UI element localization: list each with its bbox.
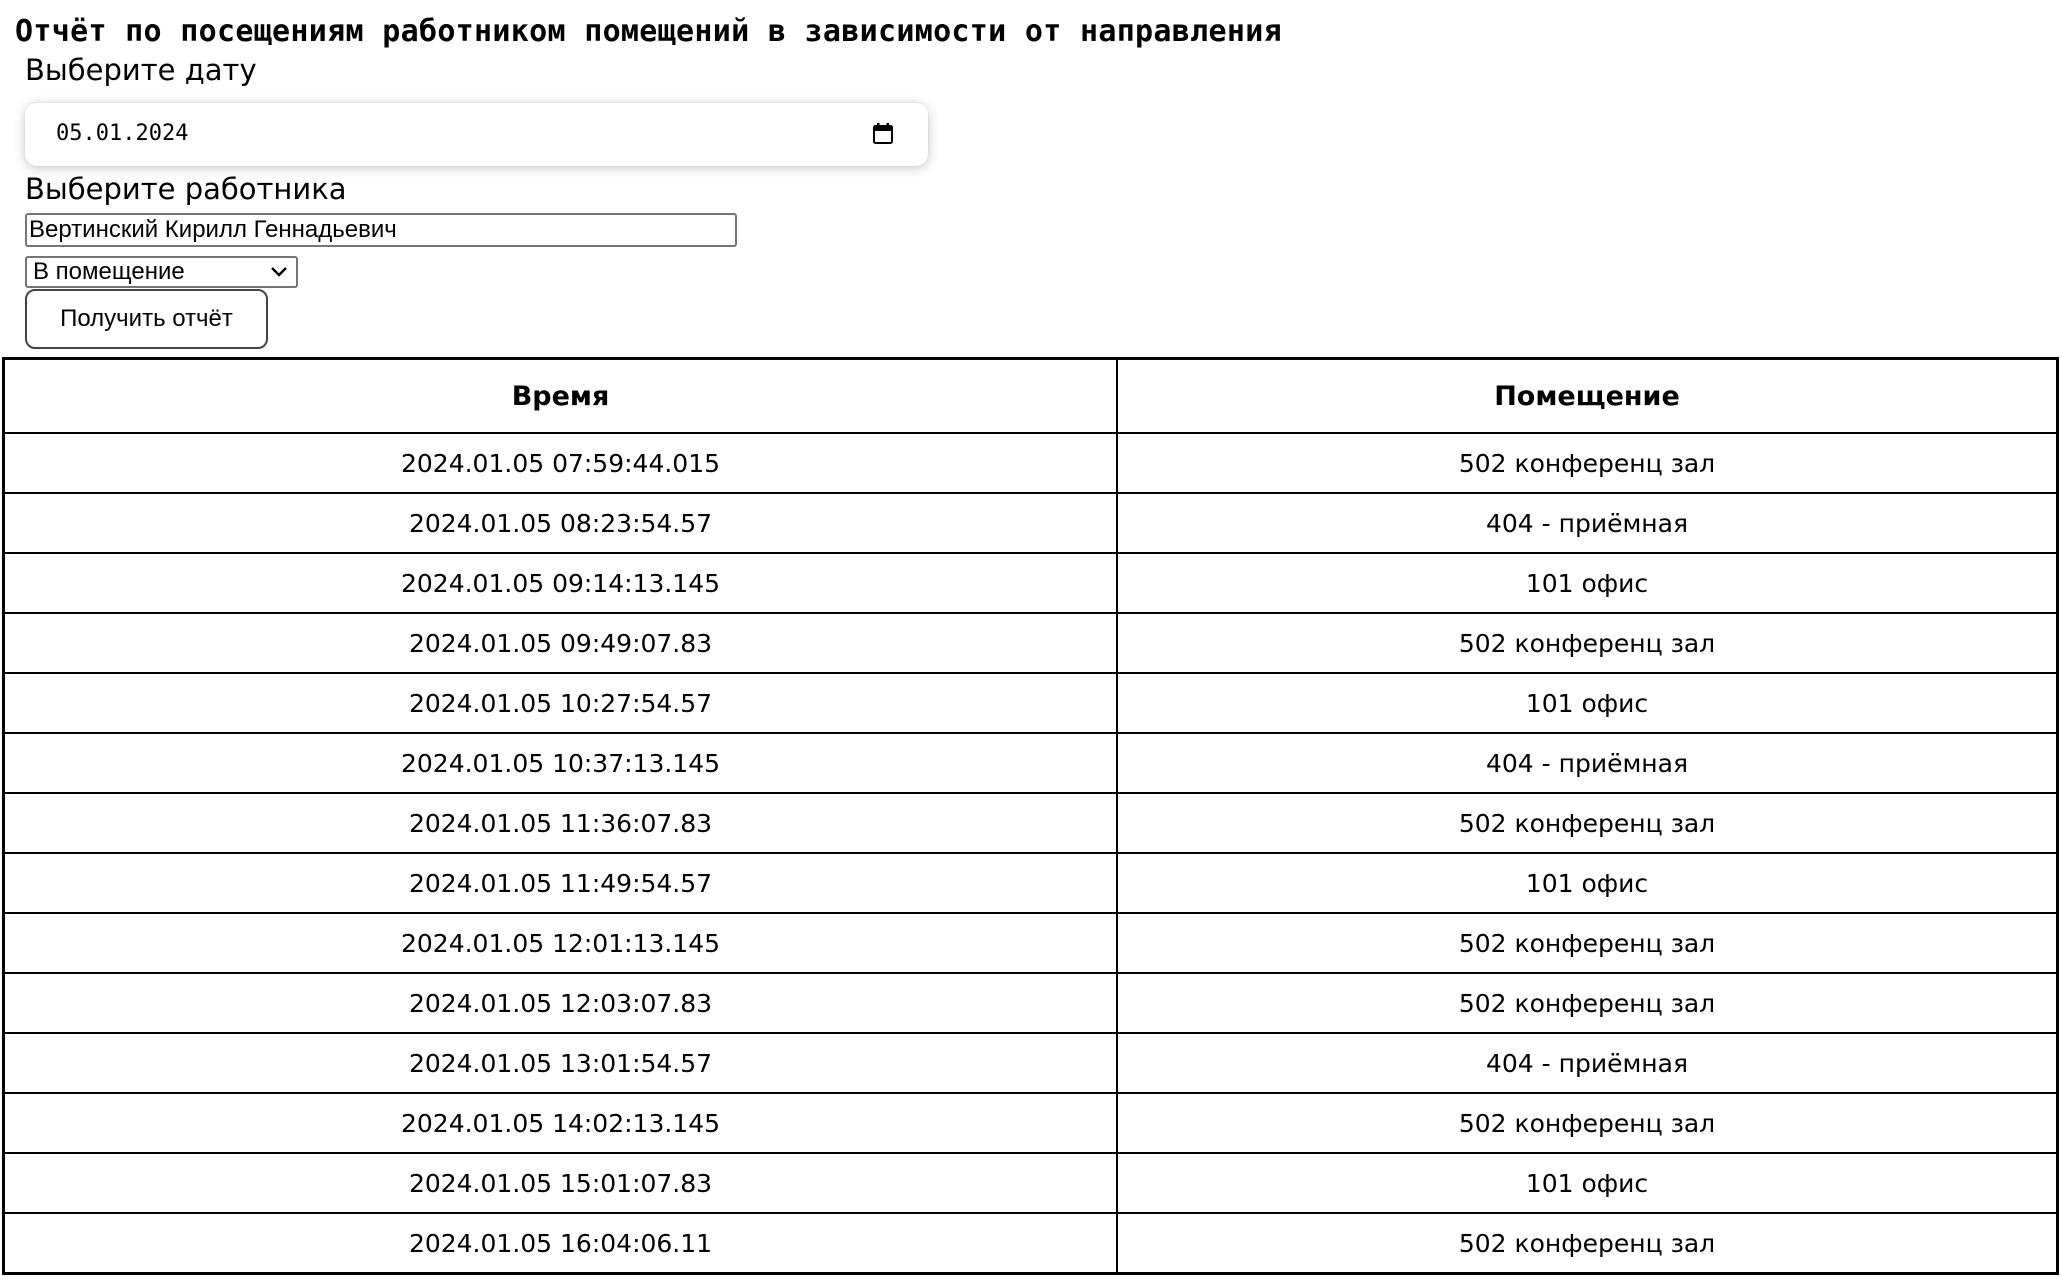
table-row: 2024.01.05 10:37:13.145 404 - приёмная (2, 732, 2059, 794)
time-cell: 2024.01.05 08:23:54.57 (2, 492, 1118, 554)
chevron-down-icon (271, 267, 287, 277)
table-row: 2024.01.05 12:01:13.145 502 конференц зал (2, 912, 2059, 974)
room-cell: 502 конференц зал (1116, 432, 2059, 494)
time-cell: 2024.01.05 16:04:06.11 (2, 1212, 1118, 1275)
time-cell: 2024.01.05 14:02:13.145 (2, 1092, 1118, 1154)
table-row: 2024.01.05 11:36:07.83 502 конференц зал (2, 792, 2059, 854)
table-row: 2024.01.05 09:49:07.83 502 конференц зал (2, 612, 2059, 674)
table-row: 2024.01.05 09:14:13.145 101 офис (2, 552, 2059, 614)
room-cell: 502 конференц зал (1116, 1092, 2059, 1154)
table-row: 2024.01.05 15:01:07.83 101 офис (2, 1152, 2059, 1214)
calendar-icon[interactable] (873, 123, 893, 144)
room-cell: 101 офис (1116, 672, 2059, 734)
time-cell: 2024.01.05 13:01:54.57 (2, 1032, 1118, 1094)
room-cell: 502 конференц зал (1116, 912, 2059, 974)
time-cell: 2024.01.05 15:01:07.83 (2, 1152, 1118, 1214)
table-header-row: Время Помещение (2, 357, 2059, 434)
table-row: 2024.01.05 12:03:07.83 502 конференц зал (2, 972, 2059, 1034)
time-cell: 2024.01.05 12:01:13.145 (2, 912, 1118, 974)
date-label: Выберите дату (25, 53, 257, 87)
room-cell: 502 конференц зал (1116, 612, 2059, 674)
table-row: 2024.01.05 16:04:06.11 502 конференц зал (2, 1212, 2059, 1275)
room-cell: 101 офис (1116, 1152, 2059, 1214)
room-cell: 502 конференц зал (1116, 972, 2059, 1034)
room-cell: 502 конференц зал (1116, 792, 2059, 854)
room-cell: 404 - приёмная (1116, 1032, 2059, 1094)
time-cell: 2024.01.05 11:36:07.83 (2, 792, 1118, 854)
time-cell: 2024.01.05 11:49:54.57 (2, 852, 1118, 914)
time-cell: 2024.01.05 07:59:44.015 (2, 432, 1118, 494)
table-row: 2024.01.05 13:01:54.57 404 - приёмная (2, 1032, 2059, 1094)
room-cell: 502 конференц зал (1116, 1212, 2059, 1275)
time-cell: 2024.01.05 09:49:07.83 (2, 612, 1118, 674)
worker-label: Выберите работника (25, 172, 347, 206)
room-cell: 404 - приёмная (1116, 732, 2059, 794)
date-input[interactable]: 05.01.2024 (25, 103, 928, 166)
time-cell: 2024.01.05 10:27:54.57 (2, 672, 1118, 734)
page-title: Отчёт по посещениям работником помещений… (15, 14, 1282, 49)
table-row: 2024.01.05 08:23:54.57 404 - приёмная (2, 492, 2059, 554)
column-header-time: Время (2, 357, 1118, 434)
report-table: Время Помещение 2024.01.05 07:59:44.015 5… (2, 357, 2059, 1275)
room-cell: 101 офис (1116, 552, 2059, 614)
date-value[interactable]: 05.01.2024 (56, 119, 188, 149)
table-row: 2024.01.05 11:49:54.57 101 офис (2, 852, 2059, 914)
table-row: 2024.01.05 14:02:13.145 502 конференц зал (2, 1092, 2059, 1154)
time-cell: 2024.01.05 12:03:07.83 (2, 972, 1118, 1034)
column-header-room: Помещение (1116, 357, 2059, 434)
direction-selected-value: В помещение (33, 258, 185, 285)
time-cell: 2024.01.05 09:14:13.145 (2, 552, 1118, 614)
room-cell: 101 офис (1116, 852, 2059, 914)
room-cell: 404 - приёмная (1116, 492, 2059, 554)
table-row: 2024.01.05 10:27:54.57 101 офис (2, 672, 2059, 734)
time-cell: 2024.01.05 10:37:13.145 (2, 732, 1118, 794)
worker-input[interactable]: Вертинский Кирилл Геннадьевич (25, 213, 737, 247)
direction-select[interactable]: В помещение (25, 256, 298, 288)
table-row: 2024.01.05 07:59:44.015 502 конференц зал (2, 432, 2059, 494)
get-report-button[interactable]: Получить отчёт (25, 289, 268, 349)
